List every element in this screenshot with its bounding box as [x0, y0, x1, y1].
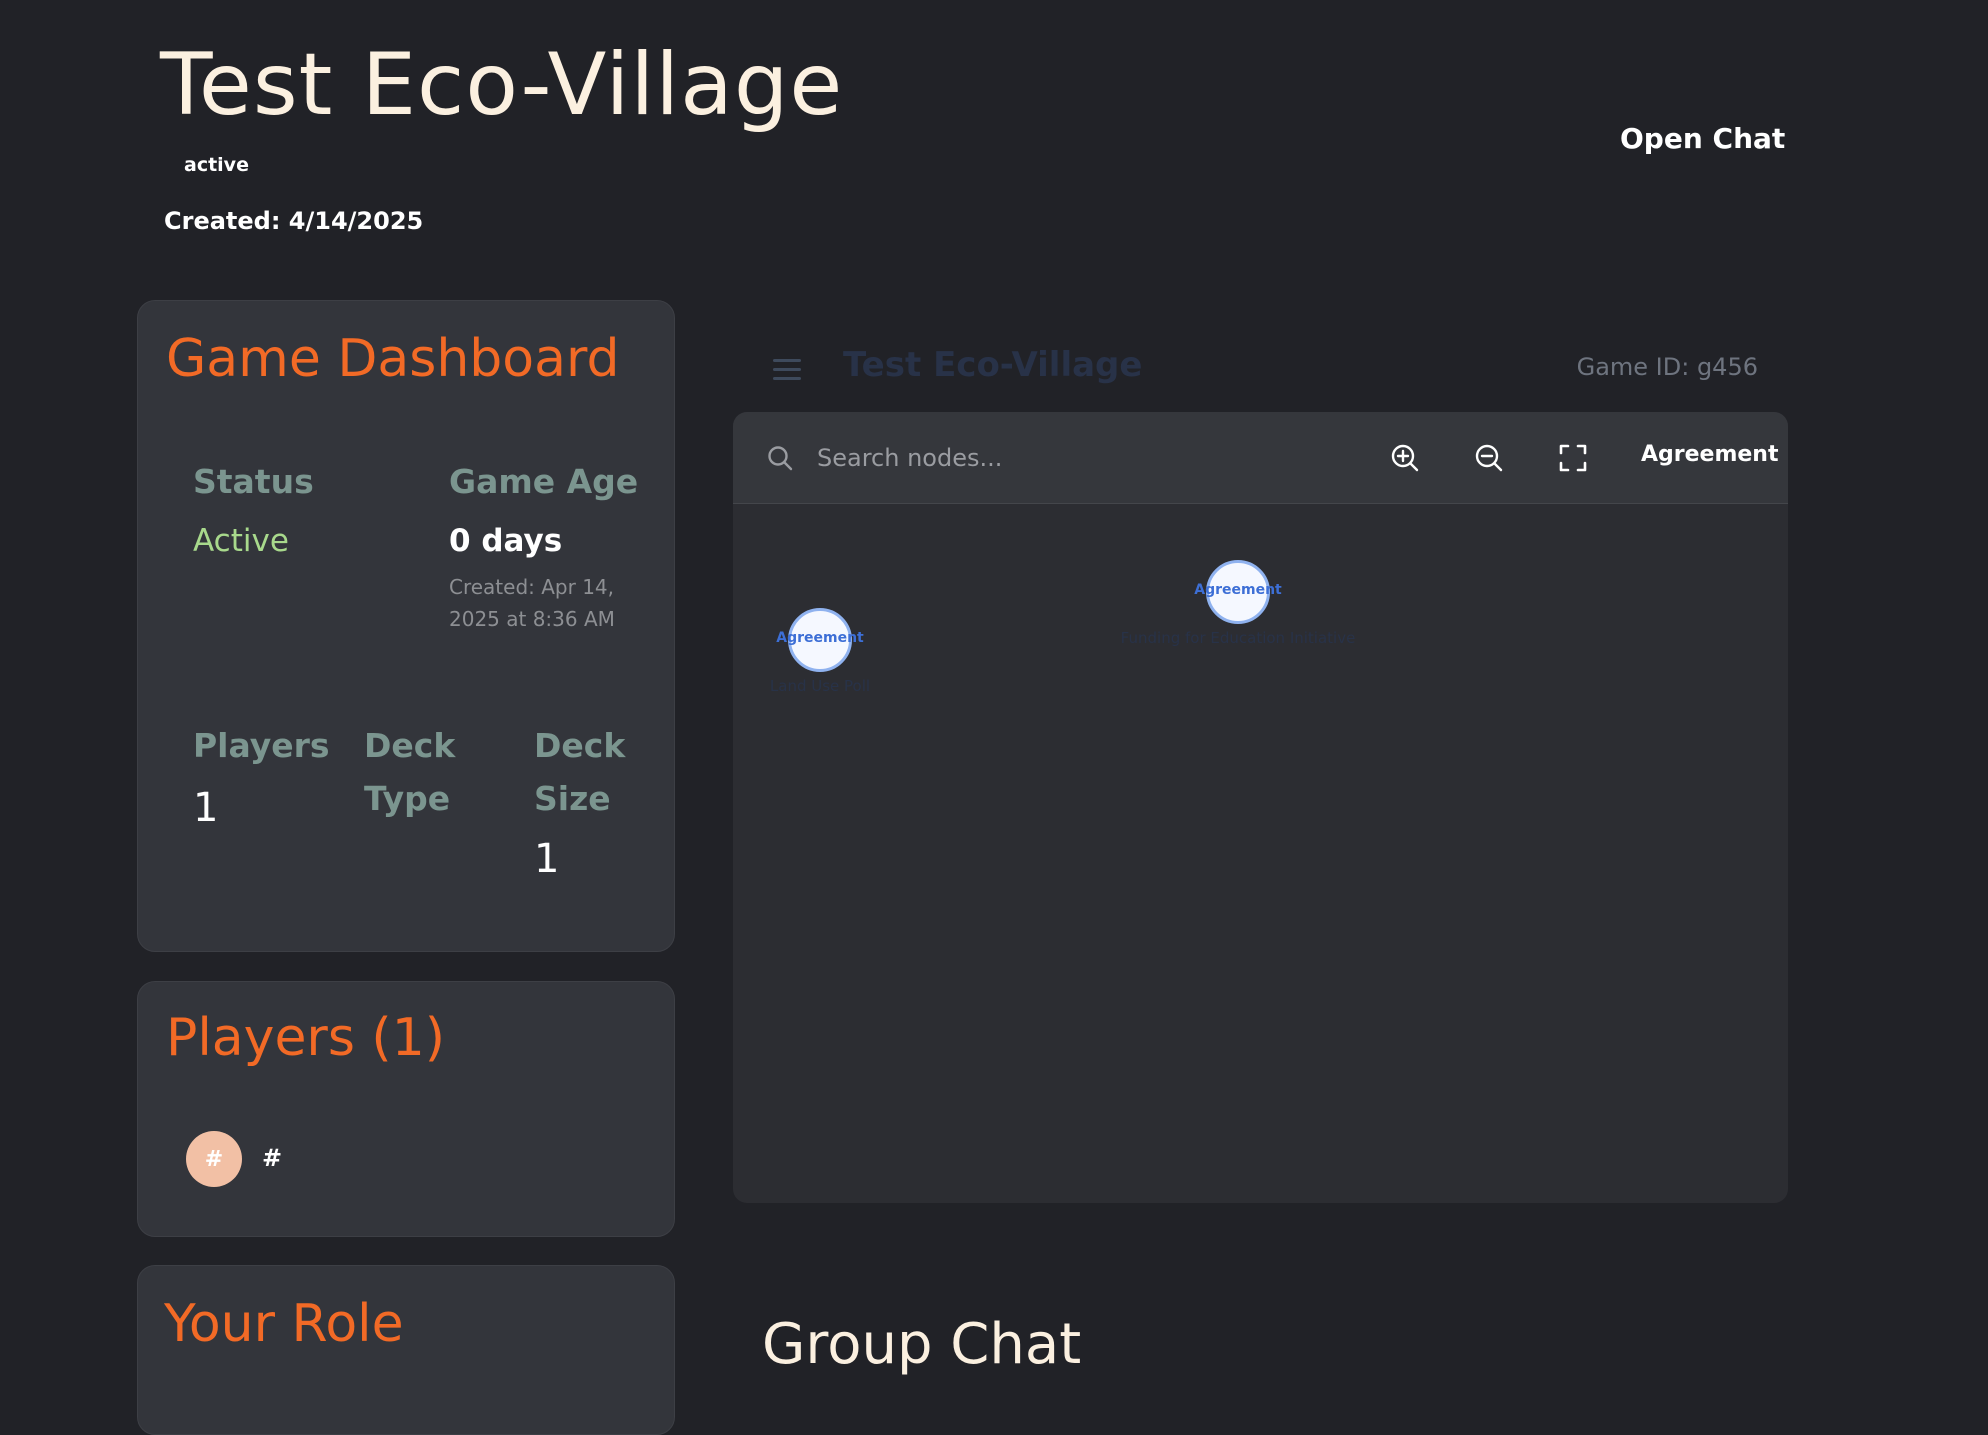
page-title: Test Eco-Village — [160, 35, 844, 135]
graph-panel[interactable]: Agreement Agreement Land Use Poll Agreem… — [733, 412, 1788, 1203]
map-topbar: Test Eco-Village Game ID: g456 — [733, 335, 1788, 401]
game-age-created-line-1: Created: Apr 14, — [449, 575, 615, 599]
node-type-filter[interactable]: Agreement — [1641, 442, 1779, 467]
node-label: Funding for Education Initiative — [1120, 629, 1356, 647]
player-name[interactable]: # — [262, 1144, 282, 1172]
status-badge: active — [184, 154, 249, 176]
zoom-out-icon[interactable] — [1473, 442, 1505, 474]
status-label: Status — [193, 462, 314, 501]
node-type-label: Agreement — [776, 630, 864, 646]
deck-size-label-line-1: Deck — [534, 726, 626, 765]
players-title: Players (1) — [166, 1008, 446, 1068]
game-age-label: Game Age — [449, 462, 639, 501]
players-value: 1 — [193, 785, 219, 831]
group-chat-title: Group Chat — [762, 1312, 1082, 1377]
node-label: Land Use Poll — [769, 677, 871, 695]
created-date: Created: 4/14/2025 — [164, 207, 424, 235]
status-value: Active — [193, 523, 289, 559]
deck-type-label-line-1: Deck — [364, 726, 456, 765]
search-input[interactable] — [815, 434, 1339, 482]
your-role-card: Your Role — [137, 1265, 675, 1435]
game-age-created-line-2: 2025 at 8:36 AM — [449, 607, 615, 631]
players-label: Players — [193, 726, 330, 765]
game-id: Game ID: g456 — [1576, 353, 1758, 381]
menu-icon[interactable] — [773, 359, 801, 381]
deck-size-value: 1 — [534, 836, 560, 882]
deck-size-label-line-2: Size — [534, 779, 611, 818]
node-type-label: Agreement — [1194, 582, 1282, 598]
graph-toolbar: Agreement — [733, 412, 1788, 504]
page-header: Test Eco-Village active Created: 4/14/20… — [160, 30, 844, 235]
map-title: Test Eco-Village — [843, 345, 1143, 385]
avatar[interactable]: # — [186, 1131, 242, 1187]
zoom-in-icon[interactable] — [1389, 442, 1421, 474]
search-icon — [768, 446, 793, 471]
players-card: Players (1) # # — [137, 981, 675, 1237]
game-dashboard-title: Game Dashboard — [166, 329, 620, 389]
fullscreen-icon[interactable] — [1557, 442, 1589, 474]
open-chat-button[interactable]: Open Chat — [1620, 122, 1785, 155]
deck-type-label-line-2: Type — [364, 779, 451, 818]
game-age-value: 0 days — [449, 523, 563, 559]
your-role-title: Your Role — [164, 1294, 404, 1354]
game-dashboard-card: Game Dashboard Status Active Game Age 0 … — [137, 300, 675, 952]
